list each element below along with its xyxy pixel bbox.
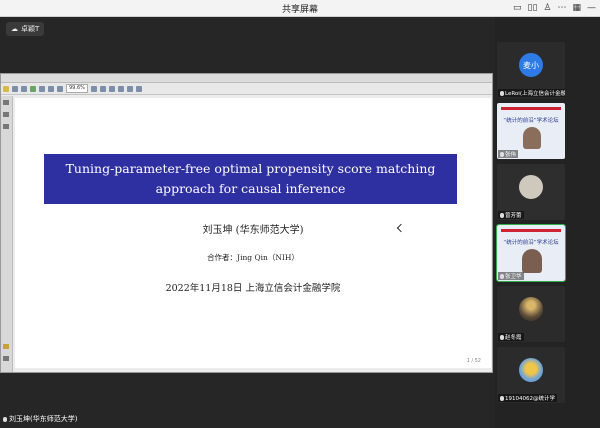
refresh-icon[interactable]	[30, 85, 36, 92]
local-user-tag: 刘玉坤(华东师范大学)	[3, 414, 77, 424]
slide-title-line-1: Tuning-parameter-free optimal propensity…	[65, 161, 436, 176]
participant-name: 张伟	[505, 152, 517, 158]
avatar	[519, 297, 543, 321]
participant-tile[interactable]: 赵冬霞	[497, 286, 565, 342]
presenter-name: 卓颖T	[21, 25, 40, 33]
tile-icon[interactable]: ▯▯	[528, 3, 538, 13]
save-icon[interactable]	[12, 85, 18, 92]
participant-label: LeRoi(上海立信会计金融学院)	[498, 89, 565, 97]
video-banner	[501, 107, 561, 110]
open-folder-icon[interactable]	[3, 85, 9, 92]
mic-icon	[500, 90, 504, 96]
thumbnails-icon[interactable]	[3, 100, 9, 105]
minimize-icon[interactable]: —	[587, 3, 596, 13]
attachments-icon[interactable]	[3, 124, 9, 129]
avatar	[519, 175, 543, 199]
video-banner-text: “统计的前沿”学术论坛	[503, 118, 559, 124]
mic-icon	[500, 212, 504, 218]
select-tool-icon[interactable]	[126, 85, 133, 92]
presenter-tag: ☁ 卓颖T	[6, 22, 45, 36]
slide-title-block: Tuning-parameter-free optimal propensity…	[44, 154, 457, 204]
window-title: 共享屏幕	[281, 5, 318, 15]
participant-name: LeRoi(上海立信会计金融学院)	[505, 91, 565, 97]
slide-page: Tuning-parameter-free optimal propensity…	[15, 98, 491, 368]
slide-date-venue: 2022年11月18日 上海立信会计金融学院	[165, 283, 341, 294]
slide-title-line-2: approach for causal inference	[155, 181, 346, 196]
participant-tile[interactable]: 曾芳蕾	[497, 164, 565, 220]
zoom-field[interactable]: 99.6%	[66, 84, 88, 93]
avatar: 麦小	[519, 53, 543, 77]
participant-tile[interactable]: “统计的前沿”学术论坛 张伟	[497, 103, 565, 159]
fit-page-icon[interactable]	[117, 85, 124, 92]
mic-icon	[500, 273, 504, 279]
next-page-icon[interactable]	[48, 85, 54, 92]
person-icon[interactable]: ♙	[543, 3, 551, 13]
window-controls: ▭ ▯▯ ♙ ⋯ ▦ —	[513, 2, 596, 14]
settings-icon[interactable]	[3, 356, 9, 361]
window-icon[interactable]: ▭	[513, 3, 522, 13]
annotation-icon[interactable]	[3, 344, 9, 349]
mic-icon	[500, 334, 504, 340]
participant-label: 张卫华	[498, 272, 524, 280]
viewer-titlebar	[1, 74, 492, 83]
hand-tool-icon[interactable]	[57, 85, 63, 92]
mic-icon	[500, 151, 504, 157]
participant-tile[interactable]: 19104062@统计学	[497, 347, 565, 403]
participant-name: 曾芳蕾	[505, 213, 522, 219]
slide-coauthor: 合作者：Jing Qin（NIH）	[207, 253, 299, 262]
print-icon[interactable]	[21, 85, 27, 92]
video-person	[523, 127, 541, 149]
participant-name: 赵冬霞	[505, 335, 522, 341]
participant-label: 曾芳蕾	[498, 211, 524, 219]
prev-page-icon[interactable]	[39, 85, 45, 92]
participant-label: 19104062@统计学	[498, 394, 557, 402]
viewer-sidebar	[1, 96, 13, 372]
local-user-name: 刘玉坤(华东师范大学)	[9, 415, 78, 423]
participant-label: 赵冬霞	[498, 333, 524, 341]
bookmarks-icon[interactable]	[3, 112, 9, 117]
fit-width-icon[interactable]	[108, 85, 115, 92]
participant-name: 张卫华	[505, 274, 522, 280]
video-banner	[501, 229, 561, 232]
video-banner-text: “统计的前沿”学术论坛	[503, 240, 559, 246]
participant-label: 张伟	[498, 150, 519, 158]
viewer-toolbar: 99.6%	[1, 83, 492, 95]
zoom-out-icon[interactable]	[90, 85, 97, 92]
participant-name: 19104062@统计学	[505, 396, 555, 402]
ellipsis-icon[interactable]: ⋯	[557, 3, 566, 13]
zoom-in-icon[interactable]	[99, 85, 106, 92]
grid-icon[interactable]: ▦	[572, 3, 581, 13]
slide-author: 刘玉坤 (华东师范大学)	[202, 225, 304, 236]
mic-icon	[3, 416, 7, 422]
participant-tile[interactable]: 麦小 LeRoi(上海立信会计金融学院)	[497, 42, 565, 98]
video-person	[522, 249, 542, 273]
avatar	[519, 358, 543, 382]
page-indicator: 1 / 52	[466, 358, 481, 364]
pdf-viewer-window: 99.6% Tuning-parameter-free optimal prop…	[0, 73, 493, 373]
cloud-icon: ☁	[11, 25, 18, 33]
participant-tile-active-speaker[interactable]: “统计的前沿”学术论坛 张卫华	[496, 224, 566, 282]
mic-icon	[500, 395, 504, 401]
search-icon[interactable]	[135, 85, 142, 92]
